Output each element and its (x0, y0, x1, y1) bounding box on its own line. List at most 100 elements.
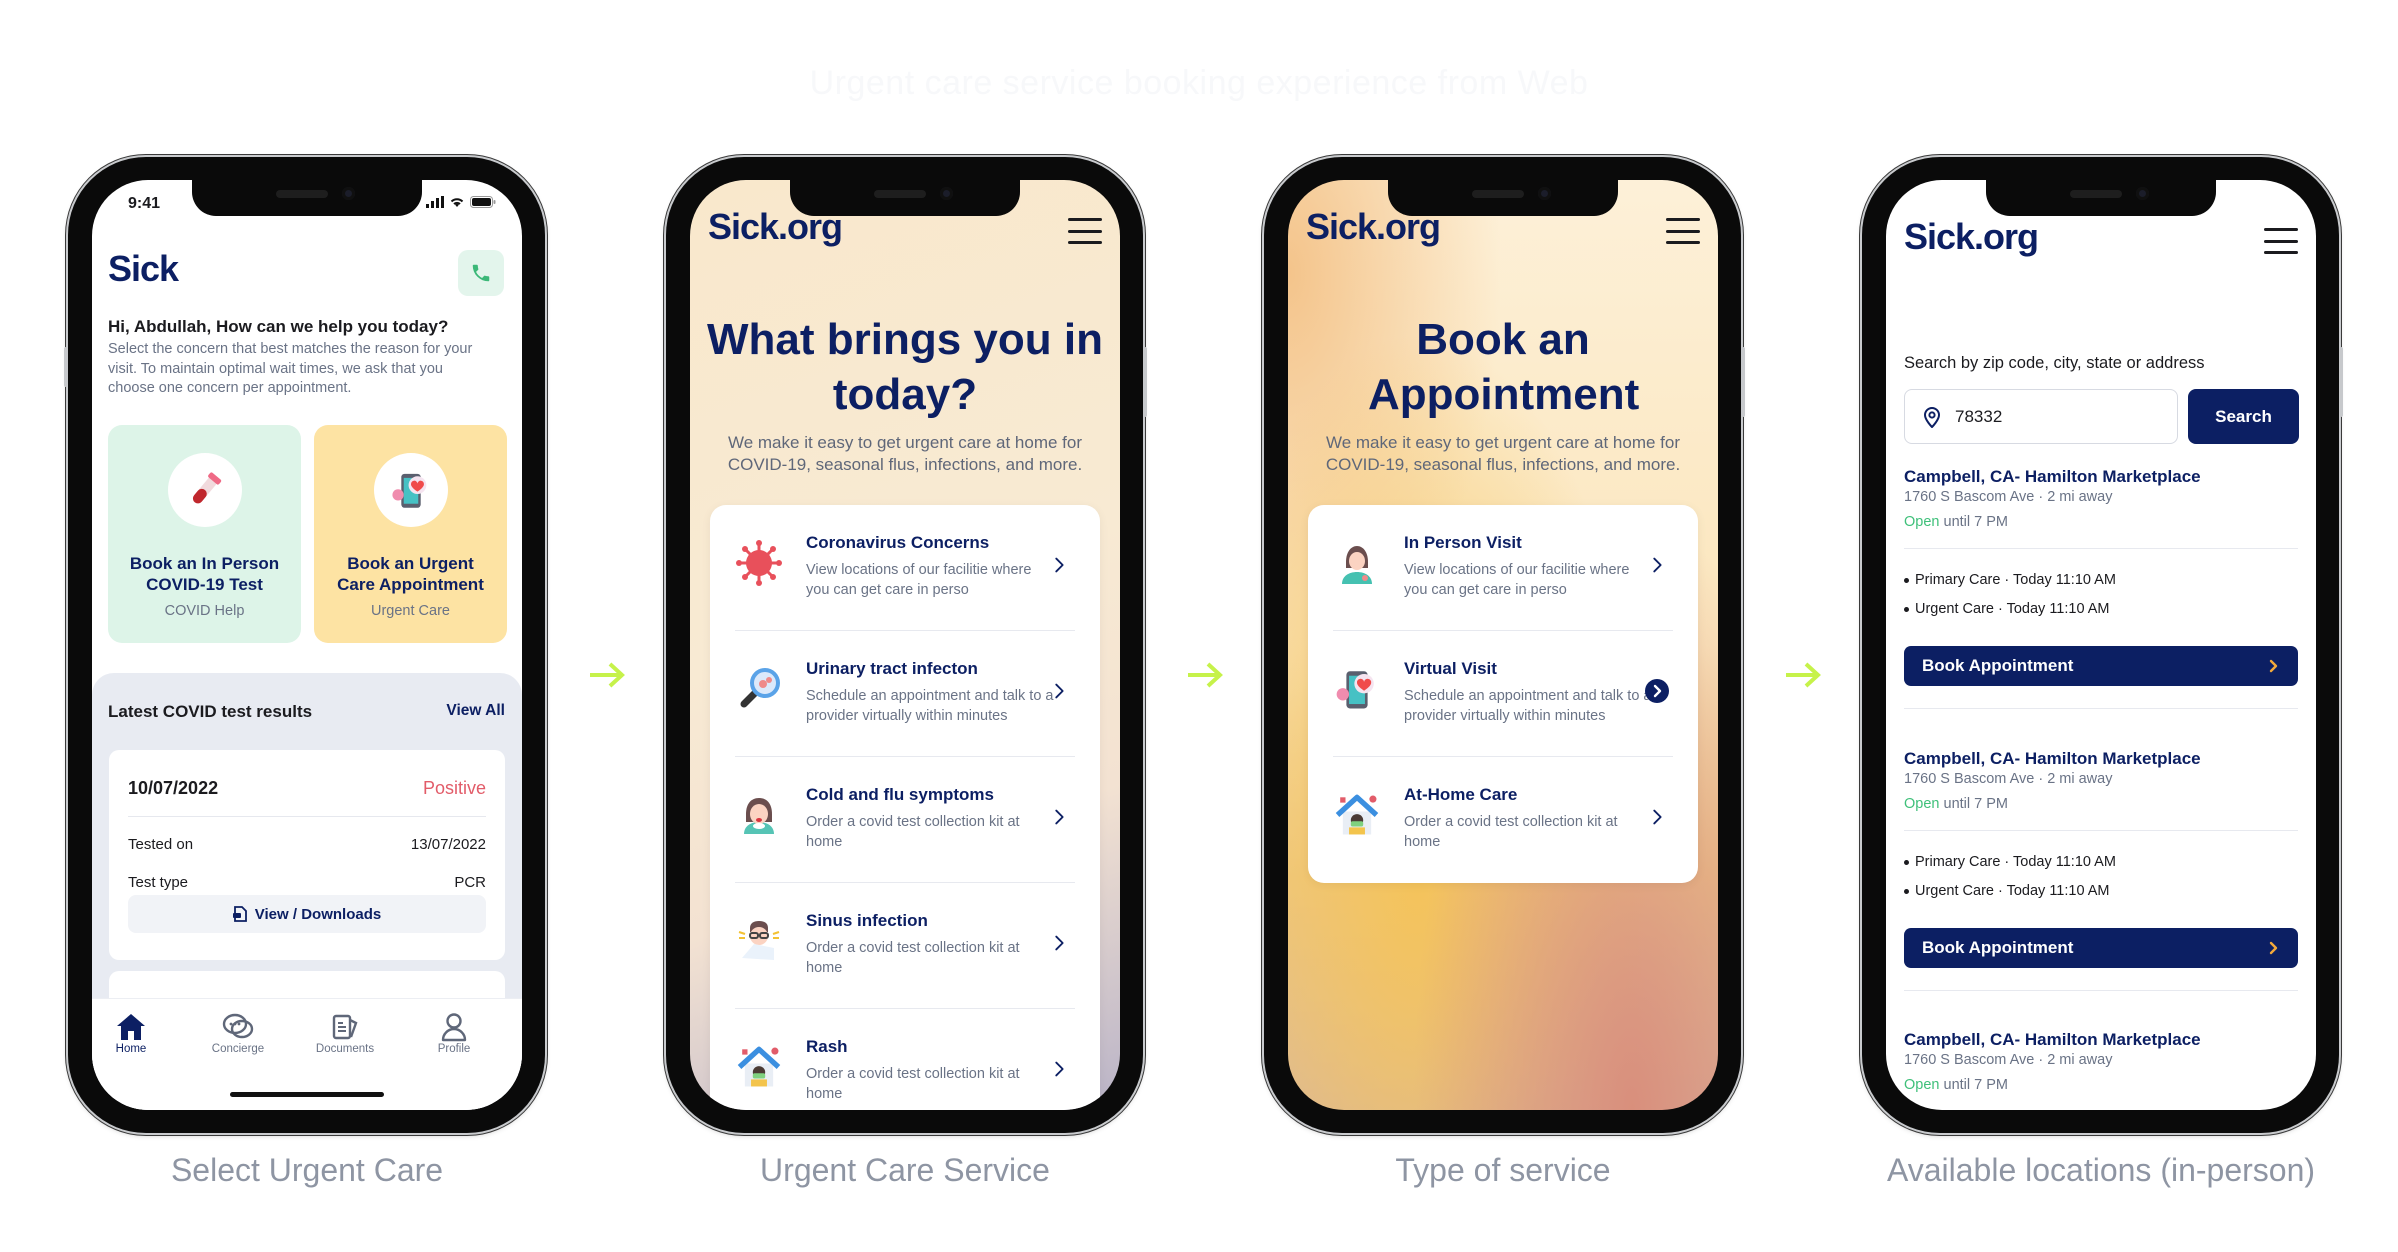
location-hours: Open until 7 PM (1904, 1077, 2298, 1093)
status-time: 9:41 (128, 195, 161, 212)
concern-item-coronavirus[interactable]: Coronavirus Concerns View locations of o… (735, 505, 1075, 631)
concern-description: Order a covid test collection kit at hom… (806, 940, 1020, 976)
service-virtual-visit[interactable]: Virtual Visit Schedule an appointment an… (1333, 631, 1673, 757)
concern-title: Rash (806, 1037, 848, 1056)
home-icon (117, 1014, 145, 1040)
phone-frame-app: 9:41 Sick Hi, Abdullah, How can we help … (64, 157, 545, 1133)
hours-text: until 7 PM (1943, 796, 2008, 812)
tested-on-value: 13/07/2022 (410, 836, 486, 853)
location-item: Campbell, CA- Hamilton Marketplace 1760 … (1904, 1030, 2298, 1110)
divider (1904, 548, 2298, 549)
greeting: Hi, Abdullah, How can we help you today? (108, 317, 449, 336)
page-title: Urgent care service booking experience f… (809, 64, 1589, 102)
view-downloads-button[interactable]: View / Downloads (128, 895, 486, 933)
chevron-right-icon (1646, 806, 1668, 828)
test-type-label: Test type (128, 874, 189, 891)
concern-item-cold-flu[interactable]: Cold and flu symptoms Order a covid test… (735, 757, 1075, 883)
service-title: At-Home Care (1404, 785, 1518, 804)
hamburger-menu-icon[interactable] (2264, 228, 2298, 254)
divider (1904, 708, 2298, 709)
test-type-value: PCR (454, 874, 486, 891)
service-description: View locations of our facilitie where yo… (1404, 562, 1630, 598)
tab-label: Home (115, 1043, 147, 1055)
service-type-list: In Person Visit View locations of our fa… (1308, 505, 1698, 883)
concern-item-sinus[interactable]: Sinus infection Order a covid test colle… (735, 883, 1075, 1009)
home-indicator (230, 1092, 384, 1097)
concern-item-uti[interactable]: Urinary tract infecton Schedule an appoi… (735, 631, 1075, 757)
tab-concierge[interactable]: Concierge (198, 1011, 278, 1055)
divider (1904, 830, 2298, 831)
sneezing-man-icon (738, 921, 780, 960)
phone-frame-web-service-type: Sick.org Book an Appointment We make it … (1264, 157, 1745, 1133)
app-home-screen: 9:41 Sick Hi, Abdullah, How can we help … (92, 180, 522, 1110)
test-tube-icon (192, 472, 221, 504)
documents-icon (332, 1014, 358, 1040)
tab-documents[interactable]: Documents (305, 1011, 385, 1055)
location-search-input[interactable]: 78332 (1904, 389, 2178, 444)
chevron-right-icon (1048, 806, 1070, 828)
location-hours: Open until 7 PM (1904, 796, 2298, 812)
tested-on-label: Tested on (128, 836, 194, 853)
location-name[interactable]: Campbell, CA- Hamilton Marketplace (1904, 1030, 2298, 1050)
action-card-title: Book an In Person COVID-19 Test (129, 554, 280, 594)
search-value: 78332 (1955, 406, 2003, 426)
flow-arrow-icon (1786, 662, 1821, 688)
hero-subtitle: We make it easy to get urgent care at ho… (1325, 433, 1681, 474)
concerns-screen: Sick.org What brings you in today? We ma… (690, 180, 1120, 1110)
tab-profile[interactable]: Profile (414, 1011, 494, 1055)
hours-text: until 7 PM (1943, 1077, 2008, 1093)
concern-title: Coronavirus Concerns (806, 533, 990, 552)
screen-caption: Select Urgent Care (170, 1152, 444, 1188)
flow-arrow-icon (590, 662, 625, 688)
concern-item-rash[interactable]: Rash Order a covid test collection kit a… (735, 1009, 1075, 1110)
document-icon (232, 906, 247, 922)
action-card-title: Book an Urgent Care Appointment (337, 554, 484, 594)
chevron-right-icon (1646, 554, 1668, 576)
location-name[interactable]: Campbell, CA- Hamilton Marketplace (1904, 749, 2298, 769)
divider (128, 816, 486, 817)
result-date: 10/07/2022 (128, 778, 219, 798)
magnifier-icon (740, 668, 780, 708)
hamburger-menu-icon[interactable] (1666, 218, 1700, 244)
result-status: Positive (422, 778, 486, 798)
book-appointment-label: Book Appointment (1922, 938, 2074, 957)
book-urgent-care-card[interactable]: Book an Urgent Care Appointment Urgent C… (314, 425, 507, 643)
view-all-link[interactable]: View All (446, 702, 505, 720)
service-type-screen: Sick.org Book an Appointment We make it … (1288, 180, 1718, 1110)
book-appointment-button[interactable]: Book Appointment (1904, 928, 2298, 968)
service-at-home-care[interactable]: At-Home Care Order a covid test collecti… (1333, 757, 1673, 883)
book-appointment-button[interactable]: Book Appointment (1904, 646, 2298, 686)
location-pin-icon (1923, 406, 1941, 428)
hamburger-menu-icon[interactable] (1068, 218, 1102, 244)
search-button[interactable]: Search (2188, 389, 2299, 444)
profile-icon (441, 1013, 467, 1042)
concern-description: Schedule an appointment and talk to a pr… (806, 688, 1054, 724)
open-status: Open (1904, 796, 1940, 812)
action-card-subtitle: COVID Help (164, 603, 245, 619)
tab-label: Documents (315, 1043, 375, 1055)
battery-icon (470, 196, 496, 208)
call-button[interactable] (458, 250, 504, 296)
phone-frame-web-locations: Sick.org Search by zip code, city, state… (1862, 157, 2343, 1133)
divider (1904, 990, 2298, 991)
signal-icon (426, 196, 444, 208)
hero-title: What brings you in today? (707, 315, 1103, 419)
hero-title: Book an Appointment (1368, 315, 1640, 419)
flow-arrow-icon (1188, 662, 1223, 688)
available-services: Primary Care · Today 11:10 AM Urgent Car… (1904, 848, 2298, 906)
location-name[interactable]: Campbell, CA- Hamilton Marketplace (1904, 467, 2298, 487)
greeting-subtext: Select the concern that best matches the… (108, 341, 473, 396)
action-card-subtitle: Urgent Care (371, 603, 450, 619)
service-in-person-visit[interactable]: In Person Visit View locations of our fa… (1333, 505, 1673, 631)
tab-label: Concierge (211, 1043, 265, 1055)
concern-description: Order a covid test collection kit at hom… (806, 1066, 1020, 1102)
view-downloads-label: View / Downloads (254, 905, 382, 923)
book-covid-test-card[interactable]: Book an In Person COVID-19 Test COVID He… (108, 425, 301, 643)
screen-caption: Urgent Care Service (760, 1152, 1050, 1188)
service-slot: Primary Care · Today 11:10 AM (1915, 572, 2116, 588)
chevron-right-icon (2269, 941, 2278, 955)
chevron-right-icon (1048, 680, 1070, 702)
concern-title: Urinary tract infecton (806, 659, 978, 678)
site-logo[interactable]: Sick.org (1904, 216, 2039, 258)
tab-home[interactable]: Home (92, 1011, 171, 1055)
